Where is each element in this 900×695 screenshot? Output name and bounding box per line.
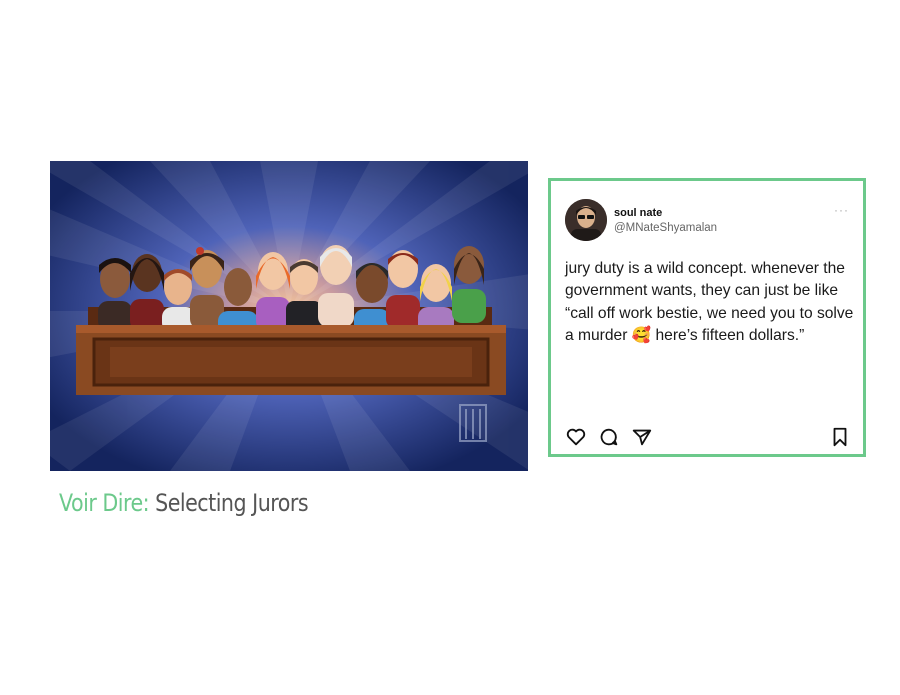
tweet-text: jury duty is a wild concept. whenever th… (565, 260, 854, 344)
share-icon[interactable] (631, 426, 653, 448)
caption-accent: Voir Dire: (59, 489, 150, 517)
slide-caption: Voir Dire: Selecting Jurors (59, 489, 309, 517)
tweet-actions (565, 426, 855, 448)
heart-icon[interactable] (565, 426, 587, 448)
jury-box-illustration (50, 161, 528, 471)
display-name[interactable]: soul nate (614, 207, 662, 219)
more-options-icon[interactable]: ··· (834, 203, 849, 217)
comment-icon[interactable] (598, 426, 620, 448)
bookmark-icon[interactable] (829, 426, 851, 448)
user-handle[interactable]: @MNateShyamalan (614, 222, 717, 234)
caption-text: Selecting Jurors (149, 489, 309, 517)
avatar[interactable] (565, 199, 607, 241)
tweet-card: soul nate @MNateShyamalan ··· jury duty … (548, 178, 866, 457)
